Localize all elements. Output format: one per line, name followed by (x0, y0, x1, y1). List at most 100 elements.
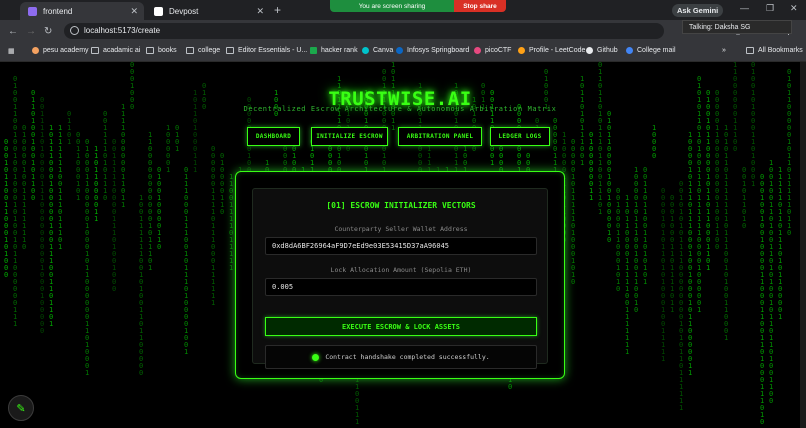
more-bookmarks-icon[interactable]: » (722, 47, 726, 54)
rain-column: 0 0 0 0 0 1 0 1 1 1 1 1 0 1 0 0 0 1 0 1 … (571, 138, 576, 286)
bookmark-books[interactable]: books (146, 47, 177, 54)
browser-chrome: frontend ✕ Devpost ✕ + You are screen sh… (0, 0, 806, 62)
close-window-icon[interactable]: ✕ (790, 3, 798, 14)
bookmark-acadamic-ai[interactable]: acadamic ai (91, 47, 140, 54)
bookmark-github[interactable]: Github (586, 47, 618, 54)
rain-column: 0 0 1 1 1 1 0 1 0 0 0 0 1 1 1 0 0 0 0 0 … (40, 96, 45, 335)
mail-favicon-icon (626, 47, 633, 54)
apps-grid-icon[interactable]: ▦ (8, 47, 15, 55)
stop-share-button[interactable]: Stop share (454, 0, 506, 12)
status-text: Contract handshake completed successfull… (325, 353, 490, 361)
folder-icon (91, 47, 99, 54)
bookmark-college-mail[interactable]: College mail (626, 47, 676, 54)
rain-column: 1 0 1 1 1 0 0 0 1 0 0 0 0 0 1 0 0 1 1 1 … (49, 124, 54, 328)
rain-column: 0 0 0 0 0 0 1 1 1 1 0 1 1 1 0 0 0 1 1 1 … (211, 145, 216, 307)
bookmark-label: pesu academy (43, 47, 89, 54)
rain-column: 0 0 1 0 0 0 1 1 0 0 0 1 0 1 0 (616, 187, 621, 293)
frontend-favicon-icon (28, 6, 37, 16)
rain-column: 0 0 0 0 0 1 1 0 0 0 0 0 0 0 0 0 1 0 0 1 … (715, 89, 720, 251)
escrow-panel: [01] ESCROW INITIALIZER VECTORS Counterp… (235, 171, 565, 379)
folder-icon (146, 47, 154, 54)
forward-icon[interactable]: → (26, 26, 36, 37)
address-bar[interactable]: localhost:5173/create (64, 23, 664, 39)
rain-column: 1 1 0 1 1 0 0 0 0 1 1 1 1 1 0 0 1 1 1 1 … (625, 194, 630, 356)
bookmark-hacker-rank[interactable]: hacker rank (310, 47, 358, 54)
rain-column: 0 1 0 0 0 0 1 1 0 (220, 152, 225, 216)
rain-column: 0 0 0 1 0 0 1 0 0 1 0 0 0 0 1 1 0 0 0 1 … (760, 173, 765, 426)
ask-gemini-label: Ask Gemini (677, 6, 719, 15)
bookmark-label: acadamic ai (103, 47, 141, 54)
rain-column: 1 0 0 1 1 1 1 1 1 0 0 1 0 1 0 0 1 1 0 1 … (139, 194, 144, 377)
seller-label: Counterparty Seller Wallet Address (334, 225, 468, 233)
rain-column: 1 0 0 0 0 1 0 1 1 1 0 1 1 1 0 0 0 1 0 0 … (688, 131, 693, 377)
rain-column: 0 1 0 0 0 0 0 0 1 1 (589, 131, 594, 202)
site-info-icon[interactable] (70, 26, 79, 35)
bookmark-label: Editor Essentials - U... (238, 47, 308, 54)
close-tab-icon[interactable]: ✕ (256, 6, 264, 17)
rain-column: 1 0 0 0 0 1 0 1 1 1 0 0 1 0 0 1 1 0 0 1 … (634, 166, 639, 314)
amount-input[interactable]: 0.005 (265, 278, 537, 296)
bookmark-pesu-academy[interactable]: pesu academy (32, 47, 89, 54)
rain-column: 0 0 1 1 1 1 0 0 0 1 0 0 1 0 1 0 (382, 68, 387, 181)
rain-column: 0 0 1 0 1 1 0 1 0 (742, 166, 747, 230)
bookmark-label: Canva (373, 47, 394, 54)
rain-column: 0 0 0 1 0 0 0 1 1 0 1 1 1 1 0 1 1 (670, 194, 675, 314)
reload-icon[interactable]: ↻ (44, 26, 52, 37)
rain-column: 0 0 0 0 1 0 1 0 1 1 0 1 0 1 0 0 0 1 0 0 … (661, 187, 666, 363)
devpost-favicon-icon (154, 6, 163, 16)
escrow-form: [01] ESCROW INITIALIZER VECTORS Counterp… (252, 188, 548, 369)
bookmark-label: Profile - LeetCode (529, 47, 586, 54)
picoctf-favicon-icon (474, 47, 481, 54)
ask-gemini-button[interactable]: Ask Gemini (672, 4, 724, 17)
rain-column: 1 1 0 1 1 0 0 0 0 1 1 (94, 145, 99, 223)
nav-initialize-escrow[interactable]: INITIALIZE ESCROW (311, 127, 388, 146)
bookmark-editor-essentials[interactable]: Editor Essentials - U... (226, 47, 307, 54)
nav-ledger-logs[interactable]: LEDGER LOGS (490, 127, 550, 146)
sharing-indicator: You are screen sharing (330, 0, 454, 12)
rain-column: 0 0 1 1 0 1 1 0 0 1 1 0 1 0 1 0 1 (643, 166, 648, 286)
rain-column: 0 1 0 0 1 0 0 0 0 1 1 0 (157, 166, 162, 251)
tab-devpost[interactable]: Devpost ✕ (146, 2, 270, 20)
talking-tooltip: Talking: Daksha SG (682, 20, 792, 34)
infosys-favicon-icon (396, 47, 403, 54)
close-tab-icon[interactable]: ✕ (130, 6, 138, 17)
leetcode-favicon-icon (518, 47, 525, 54)
page-scrollbar[interactable] (800, 62, 806, 428)
hackerrank-favicon-icon (310, 47, 317, 54)
seller-address-input[interactable]: 0xd8dA6BF26964aF9D7eEd9e03E53415D37aA960… (265, 237, 537, 255)
rain-column: 1 1 0 0 1 1 1 1 0 1 1 1 1 1 (229, 173, 234, 272)
rain-column: 0 0 1 1 1 1 1 0 0 0 0 1 1 1 0 1 0 0 1 0 … (112, 138, 117, 293)
form-heading: [01] ESCROW INITIALIZER VECTORS (326, 201, 476, 210)
rain-column: 0 1 1 0 1 (67, 110, 72, 146)
github-favicon-icon (586, 47, 593, 54)
maximize-icon[interactable]: ❐ (766, 3, 774, 14)
app-subtitle: Decentralized Escrow Architecture & Auto… (243, 105, 557, 113)
minimize-icon[interactable]: — (740, 3, 749, 13)
pesu-favicon-icon (32, 47, 39, 54)
edit-pen-icon[interactable]: ✎ (8, 395, 34, 421)
nav-arbitration-panel[interactable]: ARBITRATION PANEL (398, 127, 482, 146)
nav-dashboard[interactable]: DASHBOARD (247, 127, 300, 146)
tab-frontend[interactable]: frontend ✕ (20, 2, 144, 20)
bookmark-picoctf[interactable]: picoCTF (474, 47, 511, 54)
folder-icon (226, 47, 234, 54)
back-icon[interactable]: ← (8, 26, 18, 37)
url-text: localhost:5173/create (84, 26, 161, 35)
rain-column: 0 1 0 0 0 1 1 0 0 0 0 0 1 0 0 0 1 0 1 1 … (85, 138, 90, 377)
bookmark-leetcode[interactable]: Profile - LeetCode (518, 47, 585, 54)
bookmark-college[interactable]: college (186, 47, 220, 54)
bookmark-canva[interactable]: Canva (362, 47, 393, 54)
bookmark-infosys[interactable]: Infosys Springboard (396, 47, 469, 54)
rain-column: 1 0 0 0 0 0 1 (166, 124, 171, 174)
execute-escrow-button[interactable]: EXECUTE ESCROW & LOCK ASSETS (265, 317, 537, 336)
bookmark-all[interactable]: All Bookmarks (746, 47, 803, 54)
rain-column: 1 0 0 1 0 0 1 1 0 1 0 0 1 1 0 1 0 1 0 0 … (769, 159, 774, 405)
rain-column: 0 0 1 1 1 1 0 1 0 1 1 1 0 (103, 110, 108, 202)
new-tab-icon[interactable]: + (274, 3, 281, 17)
rain-column: 0 1 1 0 1 1 0 1 0 1 1 1 0 1 1 0 0 1 1 1 … (598, 62, 603, 216)
bookmark-label: All Bookmarks (758, 47, 803, 54)
folder-icon (186, 47, 194, 54)
canva-favicon-icon (362, 47, 369, 54)
status-dot-icon (312, 353, 320, 361)
bookmark-label: College mail (637, 47, 676, 54)
